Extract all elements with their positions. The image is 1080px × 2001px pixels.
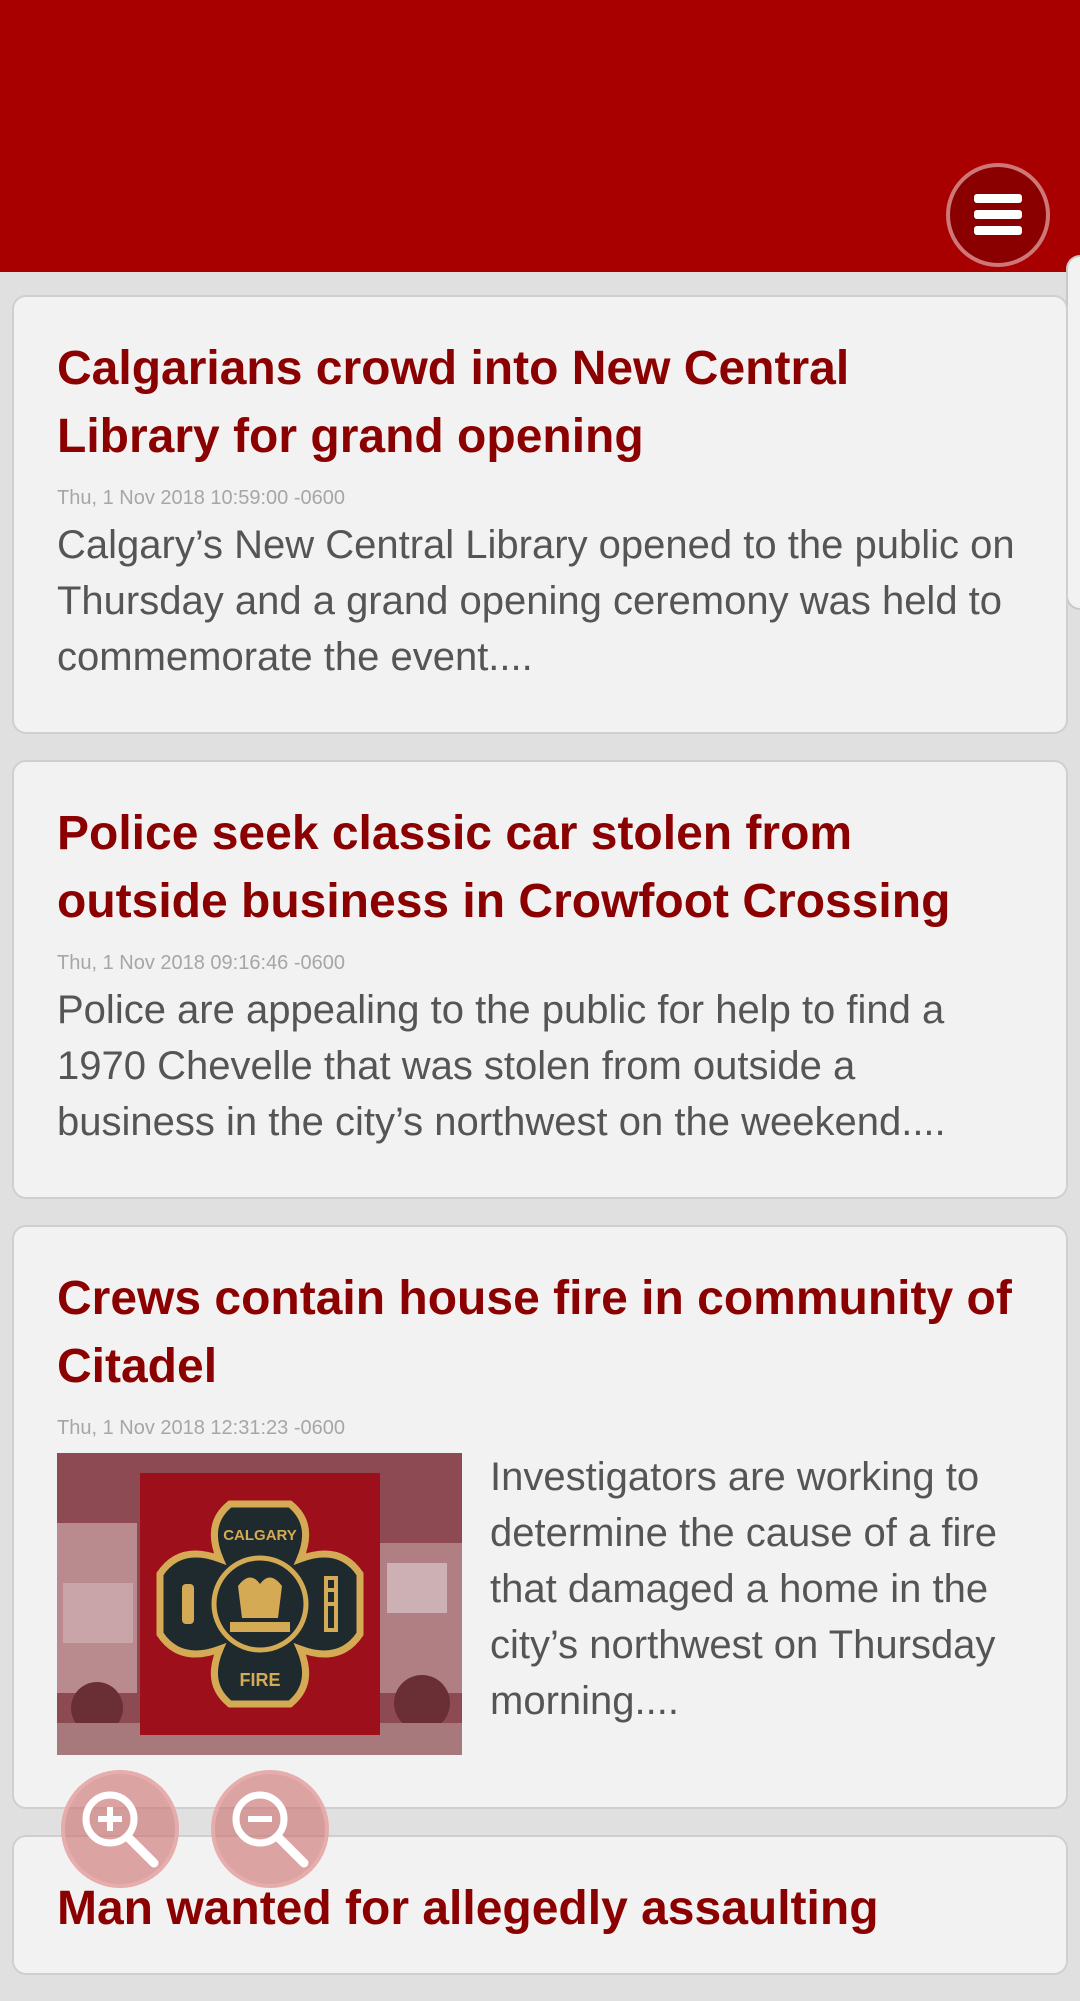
app-header: [0, 0, 1080, 272]
article-card[interactable]: Calgarians crowd into New Central Librar…: [12, 295, 1068, 734]
badge-top-text: CALGARY: [223, 1527, 297, 1544]
news-feed: Calgarians crowd into New Central Librar…: [12, 295, 1068, 2001]
article-summary: Calgary’s New Central Library opened to …: [57, 523, 1015, 679]
article-title[interactable]: Calgarians crowd into New Central Librar…: [57, 335, 1024, 471]
article-title[interactable]: Police seek classic car stolen from outs…: [57, 800, 1024, 936]
article-title[interactable]: Man wanted for allegedly assaulting: [57, 1875, 1024, 1943]
article-summary: Police are appealing to the public for h…: [57, 988, 946, 1144]
article-card[interactable]: Police seek classic car stolen from outs…: [12, 760, 1068, 1199]
side-drawer-handle[interactable]: [1066, 255, 1080, 610]
article-date: Thu, 1 Nov 2018 12:31:23 -0600: [57, 1417, 345, 1439]
article-card[interactable]: Crews contain house fire in community of…: [12, 1225, 1068, 1809]
article-title[interactable]: Crews contain house fire in community of…: [57, 1265, 1024, 1401]
zoom-out-icon: [232, 1791, 309, 1868]
article-thumbnail[interactable]: CALGARY ONWARD FIRE: [57, 1453, 462, 1755]
zoom-in-icon: [82, 1791, 159, 1868]
badge-center-text: ONWARD: [244, 1639, 276, 1646]
badge-bottom-text: FIRE: [239, 1670, 280, 1690]
hamburger-menu-icon: [974, 194, 1022, 235]
menu-button[interactable]: [946, 163, 1050, 267]
zoom-out-button[interactable]: [211, 1770, 329, 1888]
zoom-in-button[interactable]: [61, 1770, 179, 1888]
article-date: Thu, 1 Nov 2018 09:16:46 -0600: [57, 952, 345, 974]
article-date: Thu, 1 Nov 2018 10:59:00 -0600: [57, 487, 345, 509]
article-summary: Investigators are working to determine t…: [490, 1455, 997, 1723]
